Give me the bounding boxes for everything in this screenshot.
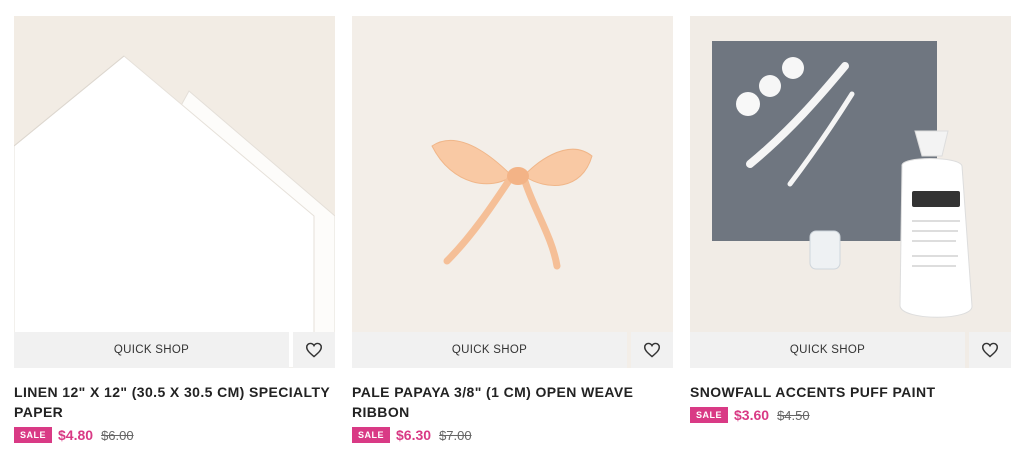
- sale-price: $6.30: [396, 427, 432, 443]
- product-image[interactable]: QUICK SHOP: [14, 16, 335, 368]
- original-price: $6.00: [101, 427, 134, 443]
- product-card: QUICK SHOP LINEN 12" X 12" (30.5 X 30.5 …: [14, 16, 335, 443]
- price-row: SALE $3.60 $4.50: [690, 407, 1011, 423]
- heart-outline-icon: [305, 342, 323, 358]
- product-title[interactable]: LINEN 12" X 12" (30.5 X 30.5 CM) SPECIAL…: [14, 382, 335, 422]
- wishlist-button[interactable]: [293, 332, 335, 368]
- product-actions: QUICK SHOP: [690, 332, 1011, 368]
- price-row: SALE $6.30 $7.00: [352, 427, 673, 443]
- product-card: QUICK SHOP SNOWFALL ACCENTS PUFF PAINT S…: [690, 16, 1011, 423]
- product-card: QUICK SHOP PALE PAPAYA 3/8" (1 CM) OPEN …: [352, 16, 673, 443]
- product-actions: QUICK SHOP: [352, 332, 673, 368]
- sale-badge: SALE: [690, 407, 729, 423]
- price-row: SALE $4.80 $6.00: [14, 427, 335, 443]
- product-actions: QUICK SHOP: [14, 332, 335, 368]
- heart-outline-icon: [643, 342, 661, 358]
- product-image[interactable]: QUICK SHOP: [352, 16, 673, 368]
- product-image[interactable]: QUICK SHOP: [690, 16, 1011, 368]
- sale-price: $4.80: [58, 427, 94, 443]
- sale-badge: SALE: [14, 427, 53, 443]
- puff-paint-illustration: [690, 16, 1011, 368]
- quick-shop-button[interactable]: QUICK SHOP: [14, 332, 289, 368]
- product-grid: QUICK SHOP LINEN 12" X 12" (30.5 X 30.5 …: [0, 0, 1024, 458]
- product-title[interactable]: PALE PAPAYA 3/8" (1 CM) OPEN WEAVE RIBBO…: [352, 382, 673, 422]
- sale-badge: SALE: [352, 427, 391, 443]
- original-price: $4.50: [777, 407, 810, 423]
- product-title[interactable]: SNOWFALL ACCENTS PUFF PAINT: [690, 382, 1011, 402]
- ribbon-bow-illustration: [352, 16, 673, 368]
- paper-sheets-illustration: [14, 16, 335, 368]
- quick-shop-button[interactable]: QUICK SHOP: [352, 332, 627, 368]
- wishlist-button[interactable]: [631, 332, 673, 368]
- heart-outline-icon: [981, 342, 999, 358]
- wishlist-button[interactable]: [969, 332, 1011, 368]
- sale-price: $3.60: [734, 407, 770, 423]
- quick-shop-button[interactable]: QUICK SHOP: [690, 332, 965, 368]
- original-price: $7.00: [439, 427, 472, 443]
